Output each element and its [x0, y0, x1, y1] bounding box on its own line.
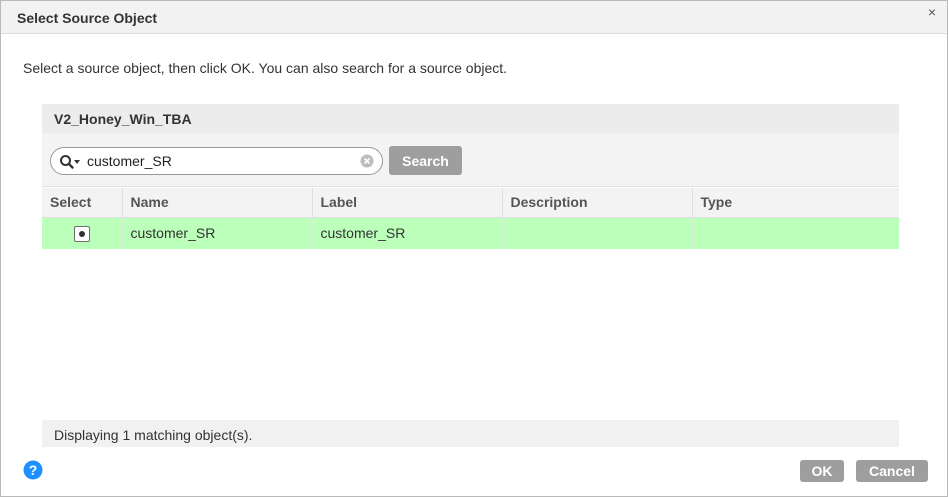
cancel-button[interactable]: Cancel: [856, 460, 928, 482]
cell-description: [502, 217, 693, 249]
connection-name: V2_Honey_Win_TBA: [54, 111, 192, 127]
svg-text:?: ?: [29, 462, 38, 478]
select-source-object-dialog: Select Source Object × Select a source o…: [0, 0, 948, 497]
table-header-row: Select Name Label Description Type: [42, 188, 899, 218]
status-bar: Displaying 1 matching object(s).: [42, 420, 899, 447]
column-header-label[interactable]: Label: [312, 188, 503, 218]
object-browser-panel: V2_Honey_Win_TBA customer_SR Search Sele…: [42, 104, 899, 447]
row-select-radio[interactable]: [73, 225, 90, 242]
dialog-title: Select Source Object: [17, 10, 158, 26]
dialog-titlebar: Select Source Object ×: [1, 1, 947, 34]
search-dropdown-icon[interactable]: [59, 154, 81, 170]
column-header-select: Select: [42, 188, 123, 218]
cell-name: customer_SR: [122, 217, 313, 249]
cell-label: customer_SR: [312, 217, 503, 249]
instructions-text: Select a source object, then click OK. Y…: [23, 60, 508, 76]
objects-table: Select Name Label Description Type custo…: [42, 188, 899, 249]
search-toolbar: Search: [42, 133, 899, 187]
search-input[interactable]: [87, 152, 357, 170]
column-header-name[interactable]: Name: [122, 188, 313, 218]
cell-type: [692, 217, 899, 249]
search-box[interactable]: [50, 147, 383, 175]
help-icon[interactable]: ?: [23, 460, 43, 480]
ok-button[interactable]: OK: [800, 460, 844, 482]
column-header-type[interactable]: Type: [692, 188, 899, 218]
connection-header: V2_Honey_Win_TBA: [42, 104, 899, 133]
clear-icon[interactable]: [360, 154, 374, 168]
column-header-description[interactable]: Description: [502, 188, 693, 218]
close-icon[interactable]: ×: [925, 5, 939, 19]
table-row[interactable]: customer_SR customer_SR: [42, 217, 899, 249]
search-button[interactable]: Search: [389, 146, 462, 175]
select-cell[interactable]: [42, 217, 123, 249]
matching-count-text: Displaying 1 matching object(s).: [54, 427, 253, 443]
